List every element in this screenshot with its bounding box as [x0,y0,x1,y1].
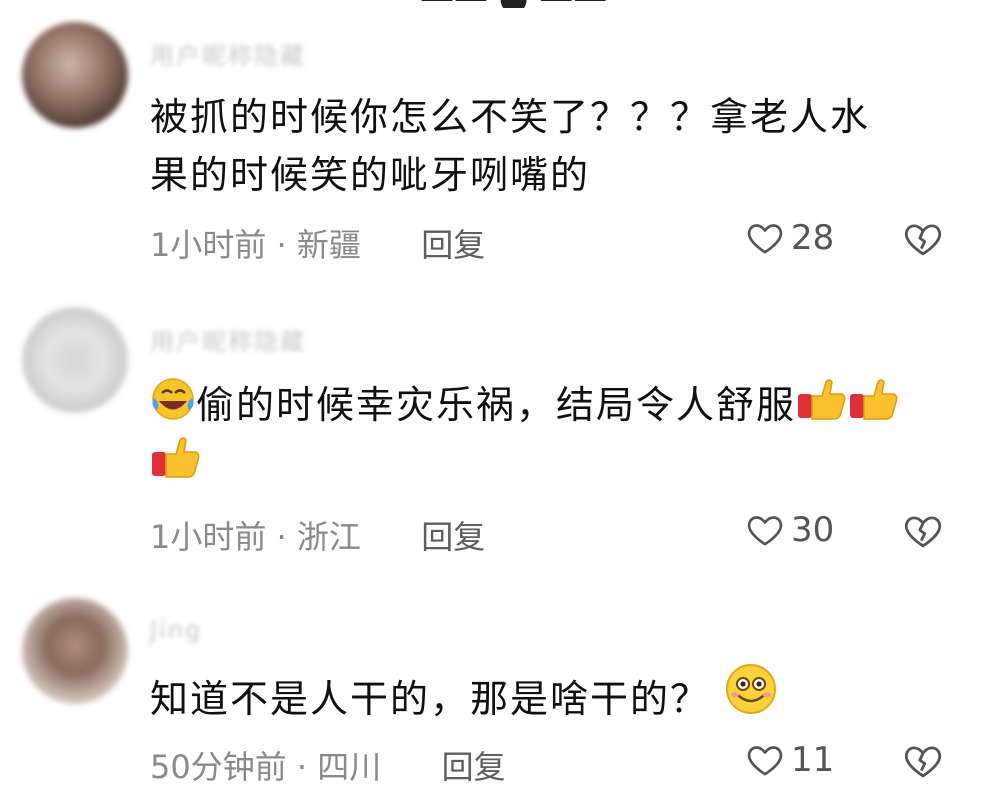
username[interactable]: Jing [150,616,202,644]
smile-emoji-icon [726,664,777,714]
rofl-emoji-icon [152,378,194,420]
like-button[interactable]: 11 [745,740,834,780]
location: 浙江 [296,518,361,556]
like-button[interactable]: 30 [745,510,834,550]
avatar[interactable] [22,307,128,413]
thumbs-up-emoji-icon [798,379,846,420]
broken-heart-icon[interactable] [902,510,944,552]
like-count: 30 [791,510,835,550]
comment-text-main: 偷的时候幸灾乐祸，结局令人舒服 [196,383,797,427]
broken-heart-icon[interactable] [902,218,944,260]
heart-outline-icon [747,746,783,776]
comment-text-line: 被抓的时候你怎么不笑了？？？拿老人水 [150,95,871,139]
thumbs-up-emoji-icon [850,379,898,420]
like-button[interactable]: 28 [745,218,834,258]
comment-text-main: 知道不是人干的，那是啥干的？ [150,677,711,721]
comment-text: 偷的时候幸灾乐祸，结局令人舒服 [150,376,950,492]
location: 新疆 [296,226,361,264]
comment-meta: 1小时前 · 新疆 回复 [150,220,485,266]
thumbs-up-emoji-icon [152,437,200,478]
separator: · [276,226,287,264]
reply-button[interactable]: 回复 [421,226,485,264]
reply-button[interactable]: 回复 [442,748,506,786]
comment-text-line: 果的时候笑的呲牙咧嘴的 [150,153,591,197]
comment-text: 知道不是人干的，那是啥干的？ [150,662,950,728]
comment-meta: 50分钟前 · 四川 回复 [150,742,506,788]
avatar[interactable] [22,22,128,128]
separator: · [296,748,308,786]
like-count: 28 [791,218,835,258]
timestamp: 50分钟前 [150,748,287,786]
heart-outline-icon [747,516,783,546]
reply-button[interactable]: 回复 [421,518,485,556]
separator: · [276,518,287,556]
heart-outline-icon [747,224,783,254]
cropped-header-text: —— ● —— [420,0,620,8]
broken-heart-icon[interactable] [902,740,944,782]
comment-meta: 1小时前 · 浙江 回复 [150,512,485,558]
username[interactable]: 用户昵称隐藏 [150,322,306,357]
username[interactable]: 用户昵称隐藏 [150,36,306,71]
timestamp: 1小时前 [150,226,267,264]
avatar[interactable] [22,598,128,704]
location: 四川 [317,748,382,786]
timestamp: 1小时前 [150,518,267,556]
comment-text: 被抓的时候你怎么不笑了？？？拿老人水 果的时候笑的呲牙咧嘴的 [150,88,950,204]
like-count: 11 [791,740,835,780]
